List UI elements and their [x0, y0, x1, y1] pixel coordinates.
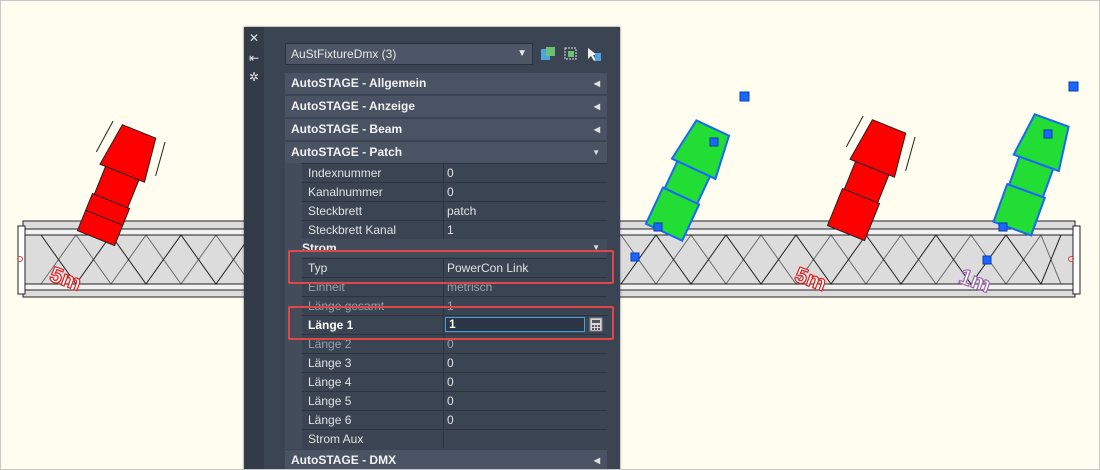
section-patch-label: AutoSTAGE - Patch	[291, 145, 403, 159]
property-row[interactable]: Länge 3 0	[302, 353, 607, 372]
select-objects-icon[interactable]	[563, 46, 579, 62]
chevron-left-icon: ◀	[593, 456, 600, 465]
property-label: Strom Aux	[308, 432, 364, 446]
property-label: Länge 6	[308, 413, 352, 427]
object-type-value: AuStFixtureDmx (3)	[291, 47, 397, 61]
property-label: Länge 5	[308, 394, 352, 408]
property-label: Steckbrett	[308, 204, 363, 218]
section-beam[interactable]: AutoSTAGE - Beam ◀	[285, 119, 607, 140]
properties-palette[interactable]: ✕ ⇤ ✲ AuStFixtureDmx (3) ▼ AutoSTAGE - A…	[244, 27, 620, 469]
property-label: Länge 3	[308, 356, 352, 370]
property-label: Länge 4	[308, 375, 352, 389]
property-label: Steckbrett Kanal	[308, 223, 397, 237]
property-row[interactable]: Steckbrett Kanal 1	[302, 220, 607, 239]
chevron-down-icon: ▼	[592, 148, 600, 157]
section-patch[interactable]: AutoSTAGE - Patch ▼	[285, 142, 607, 163]
drawing-area[interactable]: 5m 1m 5m 1m ✕ ⇤ ✲ AuStFixtureDmx (3) ▼ A…	[0, 0, 1100, 470]
section-dmx-label: AutoSTAGE - DMX	[291, 453, 397, 467]
section-beam-label: AutoSTAGE - Beam	[291, 122, 403, 136]
auto-hide-icon[interactable]: ⇤	[247, 51, 261, 65]
fixture-green-2[interactable]	[990, 112, 1074, 237]
property-label: Kanalnummer	[308, 185, 383, 199]
property-value[interactable]: 0	[447, 164, 454, 182]
property-row[interactable]: Länge 4 0	[302, 372, 607, 391]
section-allgemein[interactable]: AutoSTAGE - Allgemein ◀	[285, 73, 607, 94]
quick-select-icon[interactable]	[540, 46, 556, 62]
property-row[interactable]: Kanalnummer 0	[302, 182, 607, 201]
chevron-left-icon: ◀	[593, 125, 600, 134]
typ-row-highlight	[288, 250, 614, 284]
property-row[interactable]: Länge 5 0	[302, 391, 607, 410]
property-value[interactable]: 0	[447, 354, 454, 372]
length-1-row-highlight	[288, 306, 614, 340]
properties-settings-icon[interactable]: ✲	[247, 70, 261, 84]
section-rail	[285, 163, 302, 239]
toggle-pickadd-icon[interactable]	[586, 46, 602, 62]
object-type-dropdown[interactable]: AuStFixtureDmx (3) ▼	[285, 43, 533, 65]
property-row[interactable]: Länge 6 0	[302, 410, 607, 429]
palette-title-strip[interactable]: ✕ ⇤ ✲	[244, 27, 264, 469]
property-value[interactable]: 1	[447, 221, 454, 239]
section-anzeige-label: AutoSTAGE - Anzeige	[291, 99, 415, 113]
property-value[interactable]: 0	[447, 373, 454, 391]
property-value[interactable]: 0	[447, 392, 454, 410]
section-rail	[285, 257, 302, 449]
property-row[interactable]: Strom Aux	[302, 429, 607, 448]
chevron-left-icon: ◀	[593, 102, 600, 111]
section-dmx[interactable]: AutoSTAGE - DMX ◀	[285, 450, 607, 469]
property-value[interactable]: patch	[447, 202, 476, 220]
section-allgemein-label: AutoSTAGE - Allgemein	[291, 76, 427, 90]
property-value[interactable]: 0	[447, 411, 454, 429]
section-anzeige[interactable]: AutoSTAGE - Anzeige ◀	[285, 96, 607, 117]
close-icon[interactable]: ✕	[247, 31, 261, 45]
chevron-down-icon: ▼	[517, 48, 527, 59]
property-row[interactable]: Steckbrett patch	[302, 201, 607, 220]
property-value[interactable]: 0	[447, 183, 454, 201]
chevron-left-icon: ◀	[593, 79, 600, 88]
property-row[interactable]: Indexnummer 0	[302, 163, 607, 182]
property-label: Indexnummer	[308, 166, 382, 180]
